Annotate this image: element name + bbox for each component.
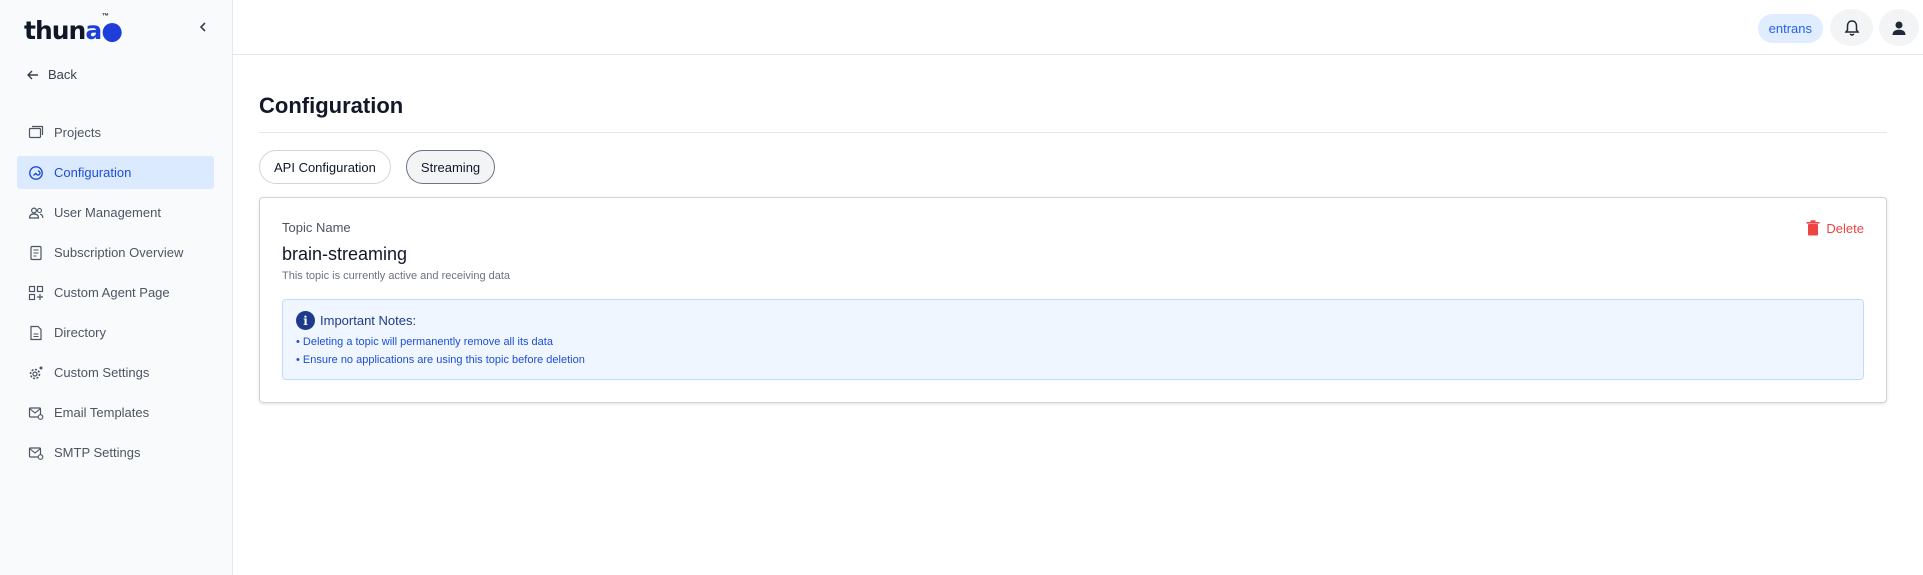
chevron-left-icon — [199, 22, 206, 32]
note-item: • Ensure no applications are using this … — [296, 354, 585, 366]
topic-status-text: This topic is currently active and recei… — [282, 270, 511, 282]
notes-title: Important Notes: — [320, 313, 417, 328]
grid-add-icon — [28, 285, 44, 301]
brand-logo[interactable]: thuna● ™ — [24, 13, 123, 45]
back-label: Back — [48, 67, 77, 82]
folder-icon — [28, 125, 44, 141]
delete-label: Delete — [1826, 220, 1864, 236]
sidebar-item-projects[interactable]: Projects — [17, 116, 214, 149]
sidebar-item-label: Directory — [54, 325, 107, 340]
sidebar-nav: Projects Configuration User Management S… — [17, 116, 214, 476]
user-badge[interactable]: entrans — [1757, 14, 1823, 43]
important-notes-box: i Important Notes: • Deleting a topic wi… — [282, 299, 1864, 380]
divider — [259, 132, 1887, 133]
page-title: Configuration — [259, 93, 404, 118]
sidebar-item-label: User Management — [54, 205, 161, 220]
trash-icon — [1806, 220, 1820, 236]
back-link[interactable]: Back — [26, 67, 77, 82]
sidebar-item-directory[interactable]: Directory — [17, 316, 214, 349]
tab-streaming[interactable]: Streaming — [405, 150, 496, 184]
sidebar-item-subscription-overview[interactable]: Subscription Overview — [17, 236, 214, 269]
topic-card: Topic Name brain-streaming This topic is… — [259, 197, 1887, 403]
tab-api-configuration[interactable]: API Configuration — [259, 150, 391, 184]
sidebar-item-configuration[interactable]: Configuration — [17, 156, 214, 189]
bell-icon — [1844, 19, 1859, 36]
delete-topic-button[interactable]: Delete — [1806, 220, 1864, 236]
sidebar-item-label: Custom Settings — [54, 365, 150, 380]
top-bar: entrans — [233, 0, 1923, 55]
notes-header: i Important Notes: — [296, 311, 416, 330]
note-item: • Deleting a topic will permanently remo… — [296, 336, 553, 348]
sidebar-item-label: Subscription Overview — [54, 245, 184, 260]
mail-settings-icon — [28, 445, 44, 461]
sidebar: thuna● ™ Back Projects Configuration Use… — [0, 0, 233, 575]
sidebar-item-email-templates[interactable]: Email Templates — [17, 396, 214, 429]
sidebar-item-smtp-settings[interactable]: SMTP Settings — [17, 436, 214, 469]
sidebar-item-label: Email Templates — [54, 405, 150, 420]
sidebar-item-label: Custom Agent Page — [54, 285, 170, 300]
mail-settings-icon — [28, 405, 44, 421]
logo-text: thuna● — [24, 16, 123, 45]
configuration-icon — [28, 165, 44, 181]
notifications-button[interactable] — [1830, 9, 1873, 46]
users-icon — [28, 205, 44, 221]
sidebar-item-custom-agent-page[interactable]: Custom Agent Page — [17, 276, 214, 309]
sidebar-item-label: Configuration — [54, 165, 132, 180]
info-icon: i — [296, 311, 315, 330]
user-icon — [1892, 21, 1906, 35]
sidebar-item-custom-settings[interactable]: Custom Settings — [17, 356, 214, 389]
topic-name-label: Topic Name — [282, 220, 351, 235]
document-icon — [28, 325, 44, 341]
gear-icon — [28, 365, 44, 381]
config-tabs: API Configuration Streaming — [259, 150, 496, 184]
profile-button[interactable] — [1879, 9, 1919, 46]
sidebar-item-label: SMTP Settings — [54, 445, 141, 460]
topic-name-value: brain-streaming — [282, 244, 408, 264]
receipt-icon — [28, 245, 44, 261]
collapse-sidebar-button[interactable] — [195, 18, 211, 36]
logo-trademark: ™ — [102, 13, 109, 20]
sidebar-item-user-management[interactable]: User Management — [17, 196, 214, 229]
sidebar-item-label: Projects — [54, 125, 101, 140]
arrow-left-icon — [27, 70, 38, 79]
